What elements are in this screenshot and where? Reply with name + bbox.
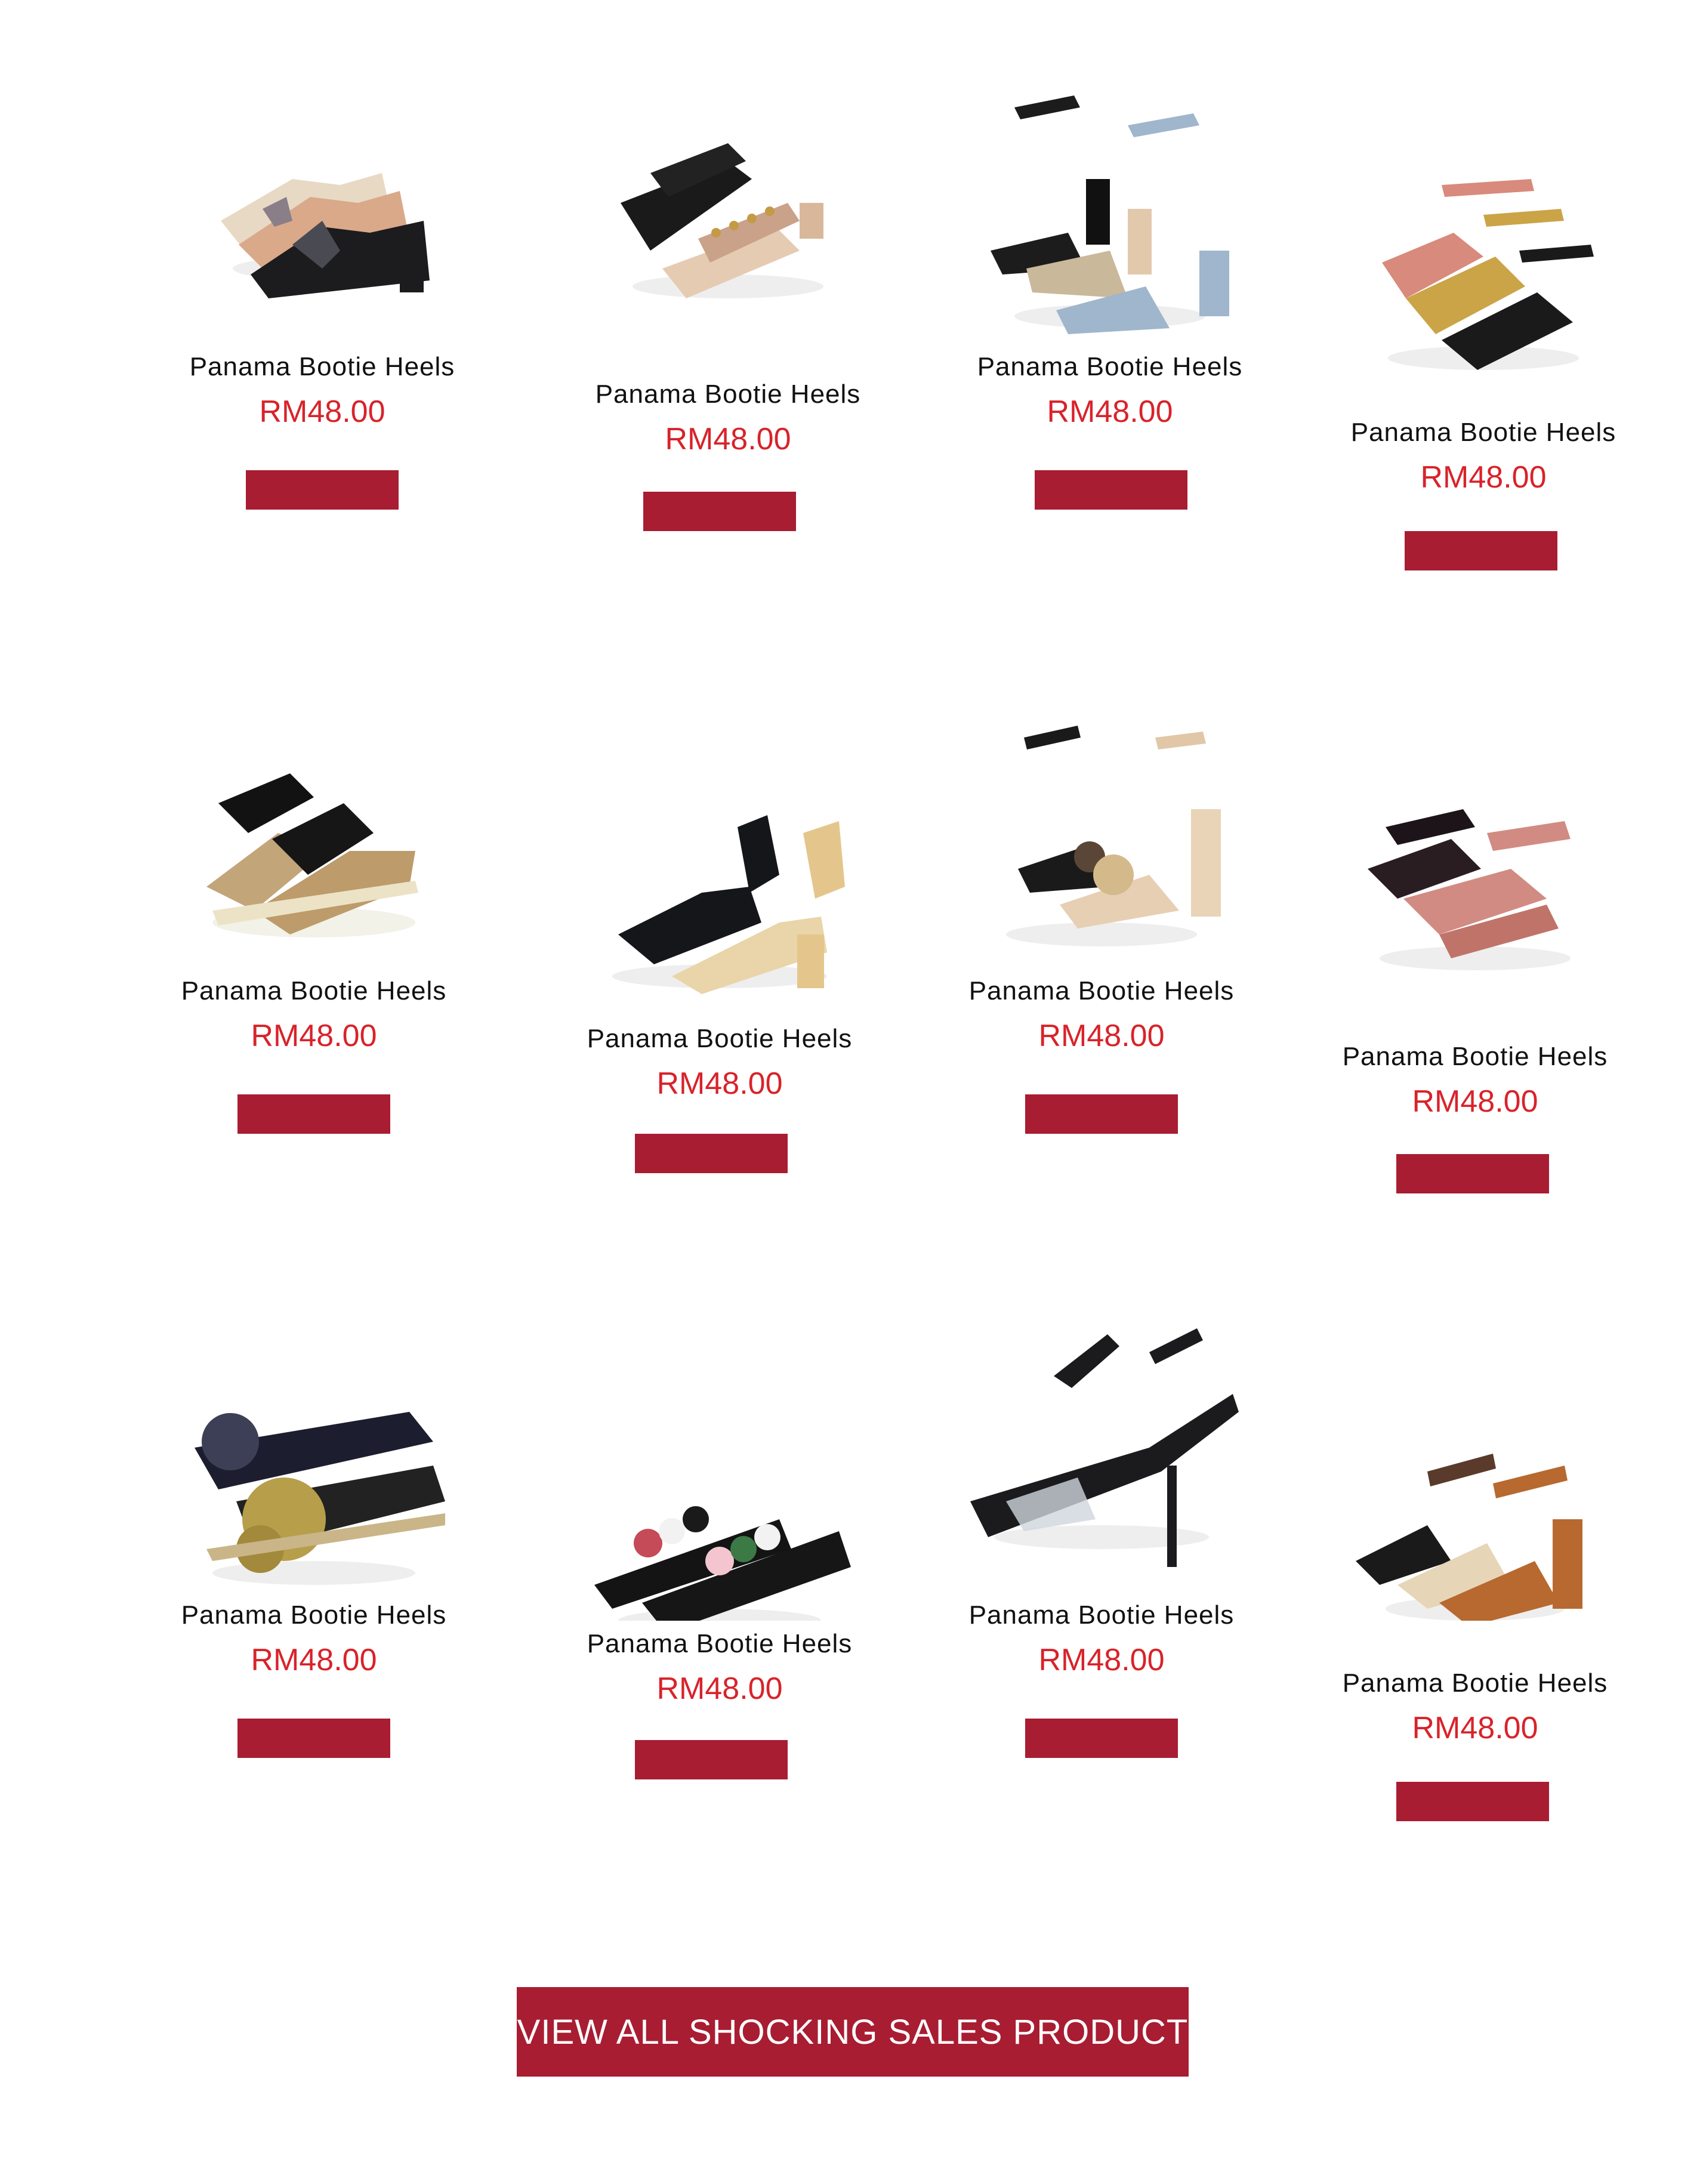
product-card[interactable]: Panama Bootie Heels RM48.00: [923, 1322, 1281, 1776]
product-name[interactable]: Panama Bootie Heels: [1304, 418, 1662, 448]
product-card[interactable]: Panama Bootie Heels RM48.00: [1296, 696, 1654, 1193]
product-image[interactable]: [135, 1322, 493, 1621]
product-image[interactable]: [549, 72, 907, 370]
product-price: RM48.00: [1420, 460, 1547, 495]
product-name[interactable]: Panama Bootie Heels: [135, 976, 493, 1006]
product-card[interactable]: Panama Bootie Heels RM48.00: [549, 72, 907, 531]
buy-button[interactable]: [246, 470, 399, 510]
product-name[interactable]: Panama Bootie Heels: [135, 1600, 493, 1630]
product-name[interactable]: Panama Bootie Heels: [923, 1600, 1281, 1630]
product-price: RM48.00: [1047, 394, 1173, 429]
product-image[interactable]: [541, 1322, 899, 1621]
buy-button[interactable]: [1405, 531, 1557, 570]
product-price: RM48.00: [251, 1019, 377, 1053]
product-image[interactable]: [923, 696, 1281, 994]
product-price: RM48.00: [665, 422, 791, 456]
view-all-button[interactable]: VIEW ALL SHOCKING SALES PRODUCT: [517, 1987, 1189, 2077]
product-image[interactable]: [1296, 1322, 1654, 1621]
buy-button[interactable]: [237, 1094, 390, 1134]
product-name[interactable]: Panama Bootie Heels: [549, 380, 907, 409]
product-name[interactable]: Panama Bootie Heels: [931, 352, 1289, 382]
buy-button[interactable]: [1025, 1719, 1178, 1758]
product-card[interactable]: Panama Bootie Heels RM48.00: [541, 1322, 899, 1779]
buy-button[interactable]: [1396, 1782, 1549, 1821]
product-card[interactable]: Panama Bootie Heels RM48.00: [1304, 72, 1662, 570]
product-image[interactable]: [1296, 696, 1654, 994]
buy-button[interactable]: [635, 1134, 788, 1173]
product-name[interactable]: Panama Bootie Heels: [541, 1024, 899, 1054]
product-price: RM48.00: [1038, 1019, 1165, 1053]
product-price: RM48.00: [259, 394, 385, 429]
product-price: RM48.00: [1412, 1711, 1538, 1745]
product-price: RM48.00: [656, 1066, 783, 1101]
buy-button[interactable]: [1035, 470, 1187, 510]
buy-button[interactable]: [643, 492, 796, 531]
product-price: RM48.00: [251, 1643, 377, 1677]
product-card[interactable]: Panama Bootie Heels RM48.00: [135, 696, 493, 1149]
product-card[interactable]: Panama Bootie Heels RM48.00: [931, 72, 1289, 525]
product-image[interactable]: [931, 72, 1289, 370]
product-price: RM48.00: [1412, 1084, 1538, 1119]
product-image[interactable]: [143, 72, 501, 370]
product-image[interactable]: [135, 696, 493, 994]
product-name[interactable]: Panama Bootie Heels: [1296, 1042, 1654, 1072]
product-name[interactable]: Panama Bootie Heels: [1296, 1668, 1654, 1698]
product-name[interactable]: Panama Bootie Heels: [923, 976, 1281, 1006]
buy-button[interactable]: [635, 1740, 788, 1779]
product-card[interactable]: Panama Bootie Heels RM48.00: [135, 1322, 493, 1776]
buy-button[interactable]: [1025, 1094, 1178, 1134]
product-card[interactable]: Panama Bootie Heels RM48.00: [1296, 1322, 1654, 1821]
product-name[interactable]: Panama Bootie Heels: [541, 1629, 899, 1659]
product-name[interactable]: Panama Bootie Heels: [143, 352, 501, 382]
product-image[interactable]: [923, 1322, 1281, 1621]
product-price: RM48.00: [656, 1671, 783, 1706]
product-card[interactable]: Panama Bootie Heels RM48.00: [541, 696, 899, 1173]
product-card[interactable]: Panama Bootie Heels RM48.00: [923, 696, 1281, 1149]
buy-button[interactable]: [1396, 1154, 1549, 1193]
product-card[interactable]: Panama Bootie Heels RM48.00: [143, 72, 501, 525]
buy-button[interactable]: [237, 1719, 390, 1758]
product-price: RM48.00: [1038, 1643, 1165, 1677]
product-image[interactable]: [1304, 72, 1662, 370]
product-image[interactable]: [541, 696, 899, 994]
